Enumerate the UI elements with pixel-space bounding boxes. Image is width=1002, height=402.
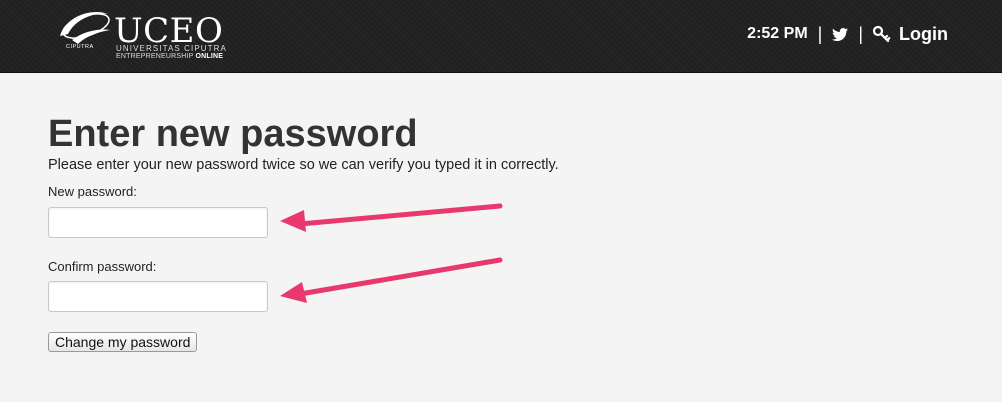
- arrow-shaft: [297, 203, 503, 227]
- top-navigation-bar: CIPUTRA UCEO UNIVERSITAS CIPUTRA ENTREPR…: [0, 0, 1002, 73]
- arrow-head: [280, 210, 306, 232]
- confirm-password-input[interactable]: [48, 281, 268, 312]
- annotation-arrow-new-password: [280, 203, 503, 232]
- header-nav: 2:52 PM | | Login: [747, 22, 948, 46]
- password-reset-form: Enter new password Please enter your new…: [48, 112, 948, 352]
- new-password-label: New password:: [48, 184, 137, 199]
- emblem-text: CIPUTRA: [66, 44, 94, 50]
- logo-subtitle-university: UNIVERSITAS CIPUTRA: [116, 44, 227, 53]
- clock-time: 2:52 PM: [747, 25, 808, 42]
- twitter-link[interactable]: [832, 27, 849, 41]
- logo-tagline-bold: ONLINE: [195, 53, 224, 60]
- logo-title: UCEO: [114, 11, 224, 51]
- logo-tagline-prefix: ENTREPRENEURSHIP: [116, 53, 196, 60]
- annotation-arrow-confirm-password: [280, 257, 503, 303]
- login-link[interactable]: Login: [873, 24, 948, 45]
- new-password-input[interactable]: [48, 207, 268, 238]
- change-password-button[interactable]: Change my password: [48, 332, 198, 352]
- nav-separator: |: [817, 23, 823, 44]
- key-icon: [873, 26, 891, 42]
- nav-separator: |: [858, 23, 864, 44]
- arrow-shaft: [297, 257, 503, 297]
- arrow-head: [280, 282, 307, 303]
- page-title: Enter new password: [48, 113, 418, 155]
- login-label: Login: [899, 23, 948, 44]
- uceo-logo[interactable]: CIPUTRA UCEO UNIVERSITAS CIPUTRA ENTREPR…: [52, 6, 232, 66]
- ciputra-emblem-icon: CIPUTRA: [60, 12, 110, 50]
- logo-subtitle-tagline: ENTREPRENEURSHIP ONLINE: [116, 53, 223, 60]
- twitter-bird-icon: [832, 27, 849, 41]
- page-description: Please enter your new password twice so …: [48, 157, 559, 173]
- confirm-password-label: Confirm password:: [48, 259, 157, 274]
